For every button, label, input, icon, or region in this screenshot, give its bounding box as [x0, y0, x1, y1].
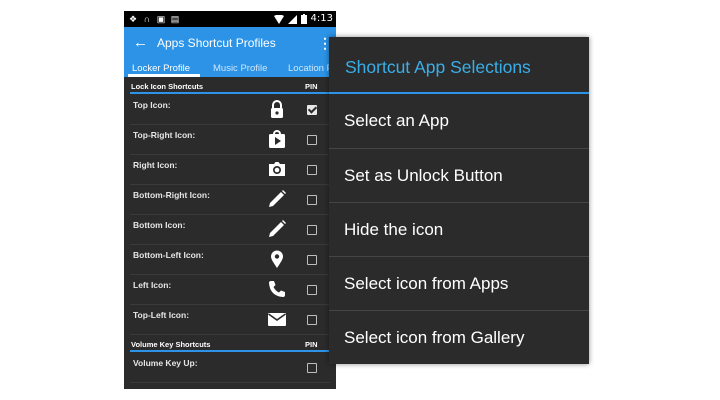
pin-checkbox[interactable] [307, 165, 317, 175]
status-bar: ❖ ∩ ▣ ▤ 4:13 [124, 11, 336, 27]
menu-item-icon-from-apps[interactable]: Select icon from Apps [329, 257, 589, 311]
pencil-icon[interactable] [266, 218, 288, 240]
row-label: Right Icon: [133, 160, 178, 170]
play-store-icon[interactable] [266, 128, 288, 150]
volume-shortcuts-header: Volume Key Shortcuts PIN [130, 338, 330, 352]
row-label: Bottom Icon: [133, 220, 186, 230]
active-tab-indicator [128, 74, 200, 77]
wifi-icon [273, 14, 284, 24]
bag-icon: ▤ [170, 14, 180, 24]
pin-column-header: PIN [305, 82, 318, 91]
phone-screen: ❖ ∩ ▣ ▤ 4:13 ← Apps Shortcut Profiles ⋮ … [124, 11, 336, 389]
shortcut-row-bottom-right[interactable]: Bottom-Right Icon: [130, 185, 330, 215]
phone-icon[interactable] [266, 278, 288, 300]
pencil-icon[interactable] [266, 188, 288, 210]
row-label: Bottom-Left Icon: [133, 250, 204, 260]
headphones-icon: ∩ [143, 14, 151, 24]
tab-location-profile[interactable]: Location P [288, 63, 333, 74]
volume-row-up[interactable]: Volume Key Up: [130, 353, 330, 383]
tab-locker-profile[interactable]: Locker Profile [132, 63, 190, 74]
menu-item-icon-from-gallery[interactable]: Select icon from Gallery [329, 311, 589, 364]
shortcut-row-top[interactable]: Top Icon: [130, 95, 330, 125]
pin-checkbox[interactable] [307, 285, 317, 295]
section-title: Volume Key Shortcuts [131, 340, 211, 349]
menu-item-label: Select icon from Apps [344, 274, 509, 293]
pin-checkbox[interactable] [307, 135, 317, 145]
dialog-title: Shortcut App Selections [345, 57, 531, 77]
pin-checkbox[interactable] [307, 195, 317, 205]
status-icons: 4:13 [273, 13, 333, 25]
gallery-icon: ▣ [156, 14, 166, 24]
mail-icon[interactable] [266, 308, 288, 330]
shortcut-row-bottom-left[interactable]: Bottom-Left Icon: [130, 245, 330, 275]
row-label: Bottom-Right Icon: [133, 190, 210, 200]
tab-music-profile[interactable]: Music Profile [213, 63, 267, 74]
app-bar: ← Apps Shortcut Profiles ⋮ [124, 27, 336, 60]
row-label: Top Icon: [133, 100, 171, 110]
lock-shortcuts-header: Lock Icon Shortcuts PIN [130, 80, 330, 94]
app-title: Apps Shortcut Profiles [157, 36, 276, 50]
shortcut-row-left[interactable]: Left Icon: [130, 275, 330, 305]
shortcut-row-bottom[interactable]: Bottom Icon: [130, 215, 330, 245]
tab-bar: Locker Profile Music Profile Location P [124, 60, 336, 77]
dropbox-icon: ❖ [128, 14, 138, 24]
pin-checkbox[interactable] [307, 315, 317, 325]
shortcut-row-right[interactable]: Right Icon: [130, 155, 330, 185]
menu-item-hide-icon[interactable]: Hide the icon [329, 203, 589, 257]
lock-icon[interactable] [266, 98, 288, 120]
menu-item-label: Hide the icon [344, 220, 444, 239]
pin-checkbox[interactable] [307, 225, 317, 235]
back-arrow-icon[interactable]: ← [133, 34, 148, 52]
pin-checkbox[interactable] [307, 363, 317, 373]
menu-item-label: Select an App [344, 111, 449, 130]
pin-checkbox[interactable] [307, 105, 317, 115]
menu-item-select-app[interactable]: Select an App [329, 94, 589, 148]
signal-icon [287, 14, 297, 24]
menu-item-label: Select icon from Gallery [344, 328, 525, 347]
row-label: Left Icon: [133, 280, 172, 290]
pin-checkbox[interactable] [307, 255, 317, 265]
shortcut-row-top-right[interactable]: Top-Right Icon: [130, 125, 330, 155]
shortcut-row-top-left[interactable]: Top-Left Icon: [130, 305, 330, 335]
camera-icon[interactable] [266, 158, 288, 180]
row-label: Top-Left Icon: [133, 310, 190, 320]
battery-icon [300, 14, 307, 24]
clock: 4:13 [310, 13, 333, 24]
menu-item-label: Set as Unlock Button [344, 166, 503, 185]
pin-column-header: PIN [305, 340, 318, 349]
map-pin-icon[interactable] [266, 248, 288, 270]
section-title: Lock Icon Shortcuts [131, 82, 204, 91]
row-label: Top-Right Icon: [133, 130, 196, 140]
notification-icons: ❖ ∩ ▣ ▤ [128, 13, 180, 25]
row-label: Volume Key Up: [133, 358, 198, 368]
menu-item-set-unlock-button[interactable]: Set as Unlock Button [329, 149, 589, 203]
shortcut-selection-dialog: Shortcut App Selections Select an App Se… [329, 37, 589, 364]
